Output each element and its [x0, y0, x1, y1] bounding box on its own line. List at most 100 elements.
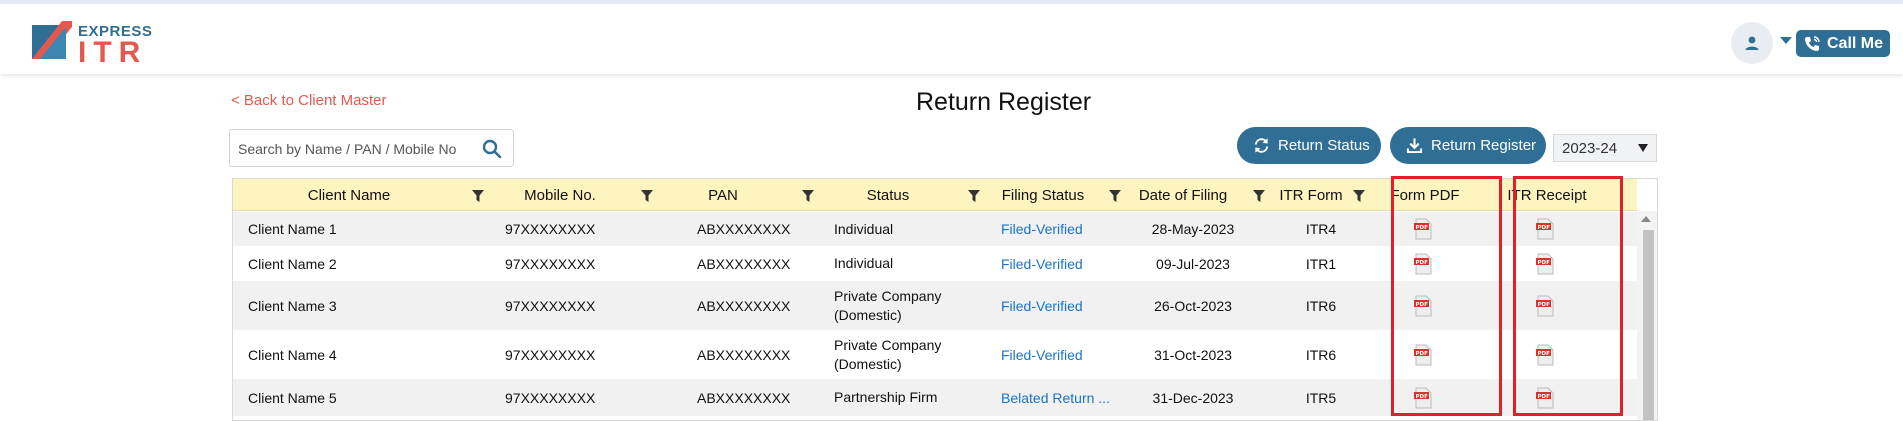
date-of-filing-cell: 28-May-2023: [1151, 221, 1235, 237]
column-header-pan[interactable]: PAN: [655, 179, 791, 211]
year-select-value: 2023-24: [1562, 139, 1618, 157]
pan-cell: ABXXXXXXXX: [697, 346, 791, 363]
column-header-status[interactable]: Status: [816, 179, 960, 211]
itr-receipt-pdf-icon[interactable]: PDF: [1525, 379, 1565, 416]
mobile-cell: 97XXXXXXXX: [505, 255, 596, 272]
svg-text:PDF: PDF: [1416, 301, 1429, 307]
client-name-cell: Client Name 5: [248, 389, 337, 406]
mobile-cell: 97XXXXXXXX: [505, 221, 596, 237]
filing-status-link[interactable]: Filed-Verified: [1001, 212, 1083, 246]
column-header-client-name[interactable]: Client Name: [233, 179, 465, 211]
search-input[interactable]: [238, 139, 456, 159]
mobile-cell: 97XXXXXXXX: [505, 346, 596, 363]
svg-text:PDF: PDF: [1416, 225, 1429, 231]
assessment-year-select[interactable]: 2023-24: [1553, 134, 1657, 162]
column-header-filing-status[interactable]: Filing Status: [983, 179, 1103, 211]
itr-receipt-pdf-icon[interactable]: PDF: [1525, 330, 1565, 379]
call-me-label: Call Me: [1827, 34, 1884, 52]
date-of-filing-cell: 31-Oct-2023: [1154, 346, 1232, 363]
column-header-form-pdf: Form PDF: [1390, 186, 1460, 204]
status-cell: Individual: [834, 220, 894, 237]
status-filter-icon[interactable]: [968, 190, 980, 202]
pan-filter-icon[interactable]: [802, 190, 814, 202]
svg-text:PDF: PDF: [1538, 301, 1551, 307]
search-box: [229, 129, 514, 167]
return-register-download-button[interactable]: Return Register: [1390, 127, 1546, 164]
pan-cell: ABXXXXXXXX: [697, 255, 791, 272]
itr-receipt-pdf-icon[interactable]: PDF: [1525, 212, 1565, 246]
mobile-cell: 97XXXXXXXX: [505, 389, 596, 406]
return-register-label: Return Register: [1431, 137, 1537, 154]
refresh-icon: [1254, 138, 1269, 153]
client-name-filter-icon[interactable]: [472, 190, 484, 202]
date-of-filing-filter-icon[interactable]: [1253, 190, 1265, 202]
back-to-client-master-link[interactable]: < Back to Client Master: [231, 92, 386, 109]
mobile-filter-icon[interactable]: [641, 190, 653, 202]
svg-text:PDF: PDF: [1538, 225, 1551, 231]
download-icon: [1406, 138, 1423, 154]
form-pdf-icon[interactable]: PDF: [1403, 330, 1443, 379]
status-cell: Partnership Firm: [834, 389, 938, 405]
return-register-table: Client Name Mobile No. PAN Status Filing…: [232, 178, 1658, 421]
pan-cell: ABXXXXXXXX: [697, 389, 791, 406]
svg-text:PDF: PDF: [1416, 393, 1429, 399]
client-name-cell: Client Name 1: [248, 221, 337, 237]
search-icon[interactable]: [482, 139, 502, 164]
table-row: Client Name 4 97XXXXXXXX ABXXXXXXXX Priv…: [233, 330, 1637, 379]
itr-form-cell: ITR1: [1305, 255, 1337, 272]
user-avatar[interactable]: [1731, 22, 1773, 64]
table-header-row: Client Name Mobile No. PAN Status Filing…: [233, 179, 1637, 211]
filing-status-link[interactable]: Filed-Verified: [1001, 246, 1083, 281]
table-row: Client Name 5 97XXXXXXXX ABXXXXXXXX Part…: [233, 379, 1637, 416]
table-row: Client Name 2 97XXXXXXXX ABXXXXXXXX Indi…: [233, 246, 1637, 281]
pan-cell: ABXXXXXXXX: [697, 297, 791, 314]
column-header-mobile[interactable]: Mobile No.: [485, 179, 635, 211]
pan-cell: ABXXXXXXXX: [697, 221, 791, 237]
svg-text:PDF: PDF: [1416, 259, 1429, 265]
status-cell: Private Company (Domestic): [834, 287, 942, 323]
svg-text:PDF: PDF: [1538, 350, 1551, 356]
table-row: Client Name 3 97XXXXXXXX ABXXXXXXXX Priv…: [233, 281, 1637, 330]
filing-status-link[interactable]: Filed-Verified: [1001, 330, 1083, 379]
logo-itr-text: ITR: [78, 36, 148, 69]
client-name-cell: Client Name 2: [248, 255, 337, 272]
client-name-cell: Client Name 3: [248, 297, 337, 314]
phone-icon: [1805, 35, 1820, 51]
app-header: EXPRESS ITR Call Me: [0, 4, 1903, 74]
table-scrollbar-thumb[interactable]: [1643, 230, 1654, 420]
express-itr-logo[interactable]: EXPRESS ITR: [32, 19, 152, 69]
user-icon: [1745, 36, 1759, 50]
return-status-label: Return Status: [1278, 137, 1370, 154]
return-status-button[interactable]: Return Status: [1237, 127, 1381, 164]
form-pdf-icon[interactable]: PDF: [1403, 246, 1443, 281]
chevron-down-icon: [1638, 144, 1648, 152]
table-row: Client Name 1 97XXXXXXXX ABXXXXXXXX Indi…: [233, 212, 1637, 246]
itr-receipt-pdf-icon[interactable]: PDF: [1525, 246, 1565, 281]
filing-status-filter-icon[interactable]: [1109, 190, 1121, 202]
column-header-date-of-filing[interactable]: Date of Filing: [1123, 179, 1243, 211]
form-pdf-icon[interactable]: PDF: [1403, 379, 1443, 416]
column-header-itr-form[interactable]: ITR Form: [1269, 179, 1353, 211]
svg-text:PDF: PDF: [1416, 350, 1429, 356]
user-menu-chevron-down-icon[interactable]: [1780, 37, 1792, 44]
call-me-button[interactable]: Call Me: [1796, 30, 1890, 57]
date-of-filing-cell: 26-Oct-2023: [1154, 297, 1232, 314]
svg-text:PDF: PDF: [1538, 259, 1551, 265]
itr-form-cell: ITR6: [1305, 346, 1337, 363]
svg-text:PDF: PDF: [1538, 393, 1551, 399]
filing-status-link[interactable]: Filed-Verified: [1001, 281, 1083, 330]
status-cell: Individual: [834, 255, 894, 271]
mobile-cell: 97XXXXXXXX: [505, 297, 596, 314]
form-pdf-icon[interactable]: PDF: [1403, 212, 1443, 246]
itr-form-filter-icon[interactable]: [1353, 190, 1365, 202]
column-header-itr-receipt: ITR Receipt: [1507, 186, 1587, 204]
itr-form-cell: ITR4: [1305, 221, 1337, 237]
page-title: Return Register: [916, 88, 1092, 116]
form-pdf-icon[interactable]: PDF: [1403, 281, 1443, 330]
itr-form-cell: ITR5: [1305, 389, 1337, 406]
scroll-up-arrow-icon[interactable]: [1641, 216, 1651, 222]
filing-status-link[interactable]: Belated Return ...: [1001, 379, 1110, 416]
itr-receipt-pdf-icon[interactable]: PDF: [1525, 281, 1565, 330]
client-name-cell: Client Name 4: [248, 346, 337, 363]
logo-mark-icon: [32, 21, 72, 59]
